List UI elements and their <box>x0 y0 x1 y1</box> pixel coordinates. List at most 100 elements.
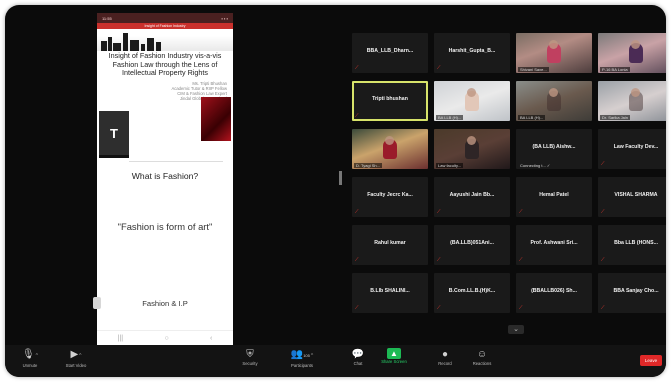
participant-head <box>467 88 476 97</box>
leave-button[interactable]: Leave <box>640 355 662 366</box>
mic-muted-icon: ⟋ <box>355 65 359 71</box>
home-icon: ○ <box>164 334 169 342</box>
participant-name: B.Com.LL.B.(H)K... <box>448 288 496 294</box>
participant-name: Aayushi Jain Bb... <box>449 192 495 198</box>
participant-head <box>631 40 640 49</box>
fashion-art-graphic <box>201 97 231 141</box>
participant-tile[interactable]: Hemal Patel ⟋ <box>516 177 592 217</box>
unmute-label: Unmute <box>22 363 38 368</box>
participant-video-label: BA LLB (H)... <box>518 115 546 120</box>
share-screen-icon: ▲ <box>387 348 401 359</box>
participant-tile[interactable]: Tripti bhushan ⟋ <box>352 81 428 121</box>
security-button[interactable]: ⛨ Security <box>237 348 263 366</box>
participant-tile[interactable]: Dr. Sarika Jain <box>598 81 666 121</box>
mic-muted-icon: ⟋ <box>519 305 523 311</box>
splitter-handle[interactable] <box>339 171 342 185</box>
participant-tile[interactable]: BBA Sanjay Cho... ⟋ <box>598 273 666 313</box>
share-screen-button[interactable]: ▲ Share Screen <box>377 348 411 364</box>
phone-time: 11:55 <box>102 15 112 21</box>
mic-muted-icon: ⟋ <box>601 209 605 215</box>
participant-tile[interactable]: Bba LLB (HONS... ⟋ <box>598 225 666 265</box>
participant-tile[interactable]: B.Llb SHALINI... ⟋ <box>352 273 428 313</box>
participant-tile[interactable]: Law faculty... <box>434 129 510 169</box>
participant-head <box>631 88 640 97</box>
phone-status-bar: 11:55 ▪ ▪ ▪ <box>97 13 233 23</box>
participants-label: Participants <box>291 363 313 368</box>
participant-tile[interactable]: Harshit_Gupta_B... ⟋ <box>434 33 510 73</box>
chevron-down-icon[interactable]: ⌄ <box>508 325 524 334</box>
meeting-toolbar: 🎙^ Unmute ▶^ Start Video ⛨ Security 👥105… <box>5 345 666 377</box>
security-label: Security <box>242 361 258 366</box>
mic-muted-icon: ⟋ <box>519 257 523 263</box>
participant-video-label: Dr. Sarika Jain <box>600 115 631 120</box>
participant-tile[interactable]: (BBALLB026) Sh... ⟋ <box>516 273 592 313</box>
participant-video-label: Law faculty... <box>436 163 464 168</box>
record-button[interactable]: ● Record <box>433 348 457 366</box>
chat-button[interactable]: 💬 Chat <box>347 348 369 366</box>
people-icon: 👥105^ <box>290 349 314 360</box>
chat-label: Chat <box>353 361 363 366</box>
participant-name: Hemal Patel <box>539 192 569 198</box>
record-label: Record <box>438 361 452 366</box>
chat-icon: 💬 <box>351 349 365 360</box>
mic-muted-icon: ⟋ <box>437 65 441 71</box>
book-graphic: T <box>99 111 129 158</box>
slide-quote: "Fashion is form of art" <box>117 221 213 232</box>
meeting-window: 11:55 ▪ ▪ ▪ Insight of Fashion Industry … <box>5 5 666 377</box>
participant-tile[interactable]: Faculty Jecrc Ka... ⟋ <box>352 177 428 217</box>
participant-name: Faculty Jecrc Ka... <box>367 192 413 198</box>
mic-muted-icon: ⟋ <box>601 257 605 263</box>
participants-count: 105 <box>303 353 310 358</box>
participant-tile[interactable]: BBA_LLB_Dharn... ⟋ <box>352 33 428 73</box>
mic-muted-icon: ⟋ <box>355 257 359 263</box>
participant-name: Rahul kumar <box>374 240 406 246</box>
participant-head <box>549 88 558 97</box>
shared-screen: 11:55 ▪ ▪ ▪ Insight of Fashion Industry … <box>97 13 233 345</box>
participant-head <box>385 136 394 145</box>
participant-video-label: Shivani Saxe... <box>518 67 549 72</box>
participant-name: BBA_LLB_Dharn... <box>366 48 414 54</box>
participant-tile[interactable]: (BA.LLB)051Ani... ⟋ <box>434 225 510 265</box>
mic-muted-icon: ⟋ <box>355 209 359 215</box>
participant-tile[interactable]: Prof. Ashwani Sri... ⟋ <box>516 225 592 265</box>
scroll-handle[interactable] <box>93 297 101 309</box>
participant-name: Harshit_Gupta_B... <box>448 48 496 54</box>
gallery-grid: BBA_LLB_Dharn... ⟋ Harshit_Gupta_B... ⟋ Shiv… <box>347 33 666 328</box>
mic-muted-icon: ⟋ <box>437 257 441 263</box>
participant-tile[interactable]: VISHAL SHARMA ⟋ <box>598 177 666 217</box>
phone-nav-bar: ||| ○ ‹ <box>97 330 233 345</box>
participant-tile[interactable]: BA LLB (H)... <box>434 81 510 121</box>
participant-tile[interactable]: (BA LLB) Aishw... Connecting t... ✓ <box>516 129 592 169</box>
unmute-button[interactable]: 🎙^ Unmute <box>17 348 43 368</box>
mic-muted-icon: ⟋ <box>355 113 359 119</box>
participant-tile[interactable]: Law Faculty Dev... ⟋ <box>598 129 666 169</box>
slide-divider <box>129 161 223 162</box>
participant-tile[interactable]: Aayushi Jain Bb... ⟋ <box>434 177 510 217</box>
reactions-button[interactable]: ☺ Reactions <box>467 348 497 366</box>
mic-muted-icon: 🎙^ <box>21 349 39 360</box>
participant-tile[interactable]: B.Com.LL.B.(H)K... ⟋ <box>434 273 510 313</box>
participant-name: Tripti bhushan <box>372 96 408 102</box>
slide-title: Insight of Fashion Industry vis-a-vis Fa… <box>108 51 222 78</box>
participant-name: (BA LLB) Aishw... <box>532 144 576 150</box>
participant-head <box>467 136 476 145</box>
mic-muted-icon: ⟋ <box>601 161 605 167</box>
slide-footer: Fashion & I.P <box>142 299 188 308</box>
participant-tile[interactable]: BA LLB (H)... <box>516 81 592 121</box>
start-video-label: Start Video <box>65 363 87 368</box>
participant-tile[interactable]: Rahul kumar ⟋ <box>352 225 428 265</box>
skyline-graphic <box>97 29 233 51</box>
participants-button[interactable]: 👥105^ Participants <box>287 348 317 368</box>
share-screen-label: Share Screen <box>381 359 407 364</box>
participant-tile[interactable]: D. Tyagi Sh... <box>352 129 428 169</box>
start-video-button[interactable]: ▶^ Start Video <box>61 348 91 368</box>
slide-question: What is Fashion? <box>131 171 199 181</box>
mic-muted-icon: ⟋ <box>437 209 441 215</box>
participant-name: VISHAL SHARMA <box>614 192 658 198</box>
participant-name: Law Faculty Dev... <box>613 144 659 150</box>
recent-apps-icon: ‹ <box>209 334 213 342</box>
participant-video-label: D. Tyagi Sh... <box>354 163 382 168</box>
participant-tile[interactable]: P-16 BA Lonia <box>598 33 666 73</box>
back-icon: ||| <box>117 334 124 342</box>
participant-tile[interactable]: Shivani Saxe... <box>516 33 592 73</box>
